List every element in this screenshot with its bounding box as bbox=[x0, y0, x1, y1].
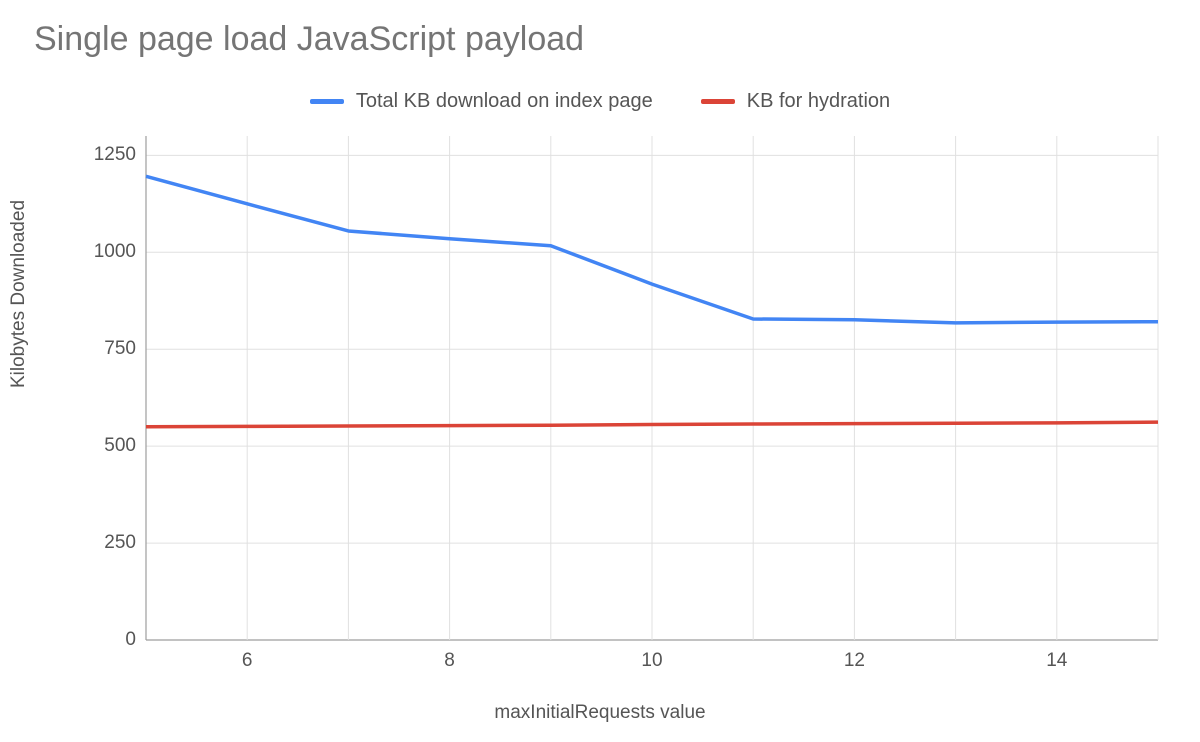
y-tick-label: 250 bbox=[76, 532, 136, 554]
legend-label: KB for hydration bbox=[747, 90, 890, 113]
x-tick-label: 14 bbox=[1027, 650, 1087, 672]
legend-swatch-icon bbox=[310, 99, 344, 104]
chart-title: Single page load JavaScript payload bbox=[34, 20, 584, 59]
series-line-1 bbox=[146, 422, 1158, 427]
x-tick-label: 10 bbox=[622, 650, 682, 672]
legend-swatch-icon bbox=[701, 99, 735, 104]
legend-item-hydration-kb[interactable]: KB for hydration bbox=[701, 90, 890, 113]
y-tick-label: 500 bbox=[76, 435, 136, 457]
legend-item-total-kb[interactable]: Total KB download on index page bbox=[310, 90, 653, 113]
x-tick-label: 12 bbox=[824, 650, 884, 672]
y-tick-label: 750 bbox=[76, 338, 136, 360]
plot-area bbox=[146, 136, 1158, 640]
legend: Total KB download on index page KB for h… bbox=[0, 90, 1200, 113]
y-axis-title: Kilobytes Downloaded bbox=[8, 200, 30, 388]
chart-container: Single page load JavaScript payload Tota… bbox=[0, 0, 1200, 742]
legend-label: Total KB download on index page bbox=[356, 90, 653, 113]
x-tick-label: 8 bbox=[420, 650, 480, 672]
x-axis-title: maxInitialRequests value bbox=[0, 702, 1200, 724]
y-tick-label: 1000 bbox=[76, 241, 136, 263]
plot-svg bbox=[146, 136, 1158, 640]
y-tick-label: 0 bbox=[76, 629, 136, 651]
x-tick-label: 6 bbox=[217, 650, 277, 672]
y-tick-label: 1250 bbox=[76, 144, 136, 166]
